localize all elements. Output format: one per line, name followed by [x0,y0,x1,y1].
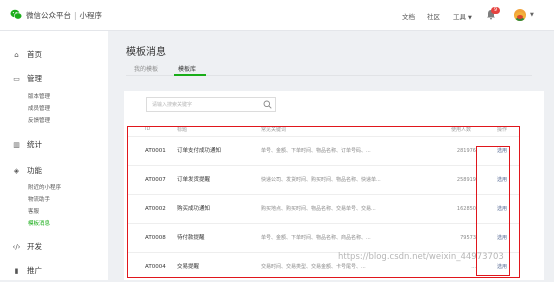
sidebar: ⌂ 首页 ▭ 管理 版本管理 成员管理 反馈管理 ▥ 统计 ◈ 功能 附近的小程序 物流… [0,31,108,280]
sidebar-item-member-manage[interactable]: 成员管理 [28,104,50,112]
search-input[interactable] [147,98,264,111]
tab-bar: 我的模板 模板库 [126,59,532,76]
sidebar-item-customer-service[interactable]: 客服 [28,207,39,215]
features-icon: ◈ [13,167,20,175]
sidebar-item-home[interactable]: ⌂ 首页 [12,49,42,60]
search-box [146,97,276,112]
promo-icon: ▮ [14,267,19,275]
brand-separator: | [74,11,77,20]
sidebar-item-label: 推广 [27,266,42,275]
sidebar-item-version-manage[interactable]: 版本管理 [28,92,50,100]
stats-icon: ▥ [13,141,20,149]
brand-name: 微信公众平台 [26,11,71,20]
home-icon: ⌂ [14,51,19,59]
sidebar-item-label: 开发 [27,242,42,251]
chevron-down-icon: ▼ [468,15,472,21]
sidebar-item-features[interactable]: ◈ 功能 [12,165,42,176]
sidebar-item-label: 首页 [27,50,42,59]
sidebar-item-feedback-manage[interactable]: 反馈管理 [28,116,50,124]
wechat-logo-icon [10,9,22,20]
tab-template-library[interactable]: 模板库 [178,64,196,73]
nav-tools-label: 工具 [453,13,466,21]
avatar[interactable] [514,9,526,21]
page-title: 模板消息 [126,47,166,58]
tab-my-templates[interactable]: 我的模板 [134,64,158,73]
search-icon[interactable] [263,100,272,109]
sidebar-item-logistics-helper[interactable]: 物流助手 [28,195,50,203]
avatar-image-icon [514,12,526,21]
sidebar-item-template-message[interactable]: 模板消息 [28,219,50,227]
nav-docs-link[interactable]: 文档 [402,11,415,21]
monitor-icon: ▭ [13,75,20,83]
watermark: https://blog.csdn.net/weixin_44973703 [338,252,504,262]
sidebar-item-dev[interactable]: ‹/› 开发 [12,241,42,252]
brand-title[interactable]: 微信公众平台 | 小程序 [26,10,102,21]
avatar-chevron-down-icon[interactable]: ▼ [530,12,534,18]
sidebar-item-manage[interactable]: ▭ 管理 [12,73,42,84]
sidebar-item-stats[interactable]: ▥ 统计 [12,139,42,150]
product-name: 小程序 [79,11,103,20]
nav-community-link[interactable]: 社区 [427,11,440,21]
sidebar-item-label: 管理 [27,74,42,83]
sidebar-item-nearby-miniprogram[interactable]: 附近的小程序 [28,183,61,191]
notification-badge: 9 [491,7,500,14]
top-bar: 微信公众平台 | 小程序 文档 社区 工具 ▼ 9 ▼ [0,0,554,31]
active-tab-indicator [174,74,206,76]
sidebar-item-label: 统计 [27,140,42,149]
sidebar-item-promo[interactable]: ▮ 推广 [12,265,42,276]
code-icon: ‹/› [12,243,21,251]
nav-tools-menu[interactable]: 工具 ▼ [453,11,472,21]
sidebar-item-label: 功能 [27,166,42,175]
